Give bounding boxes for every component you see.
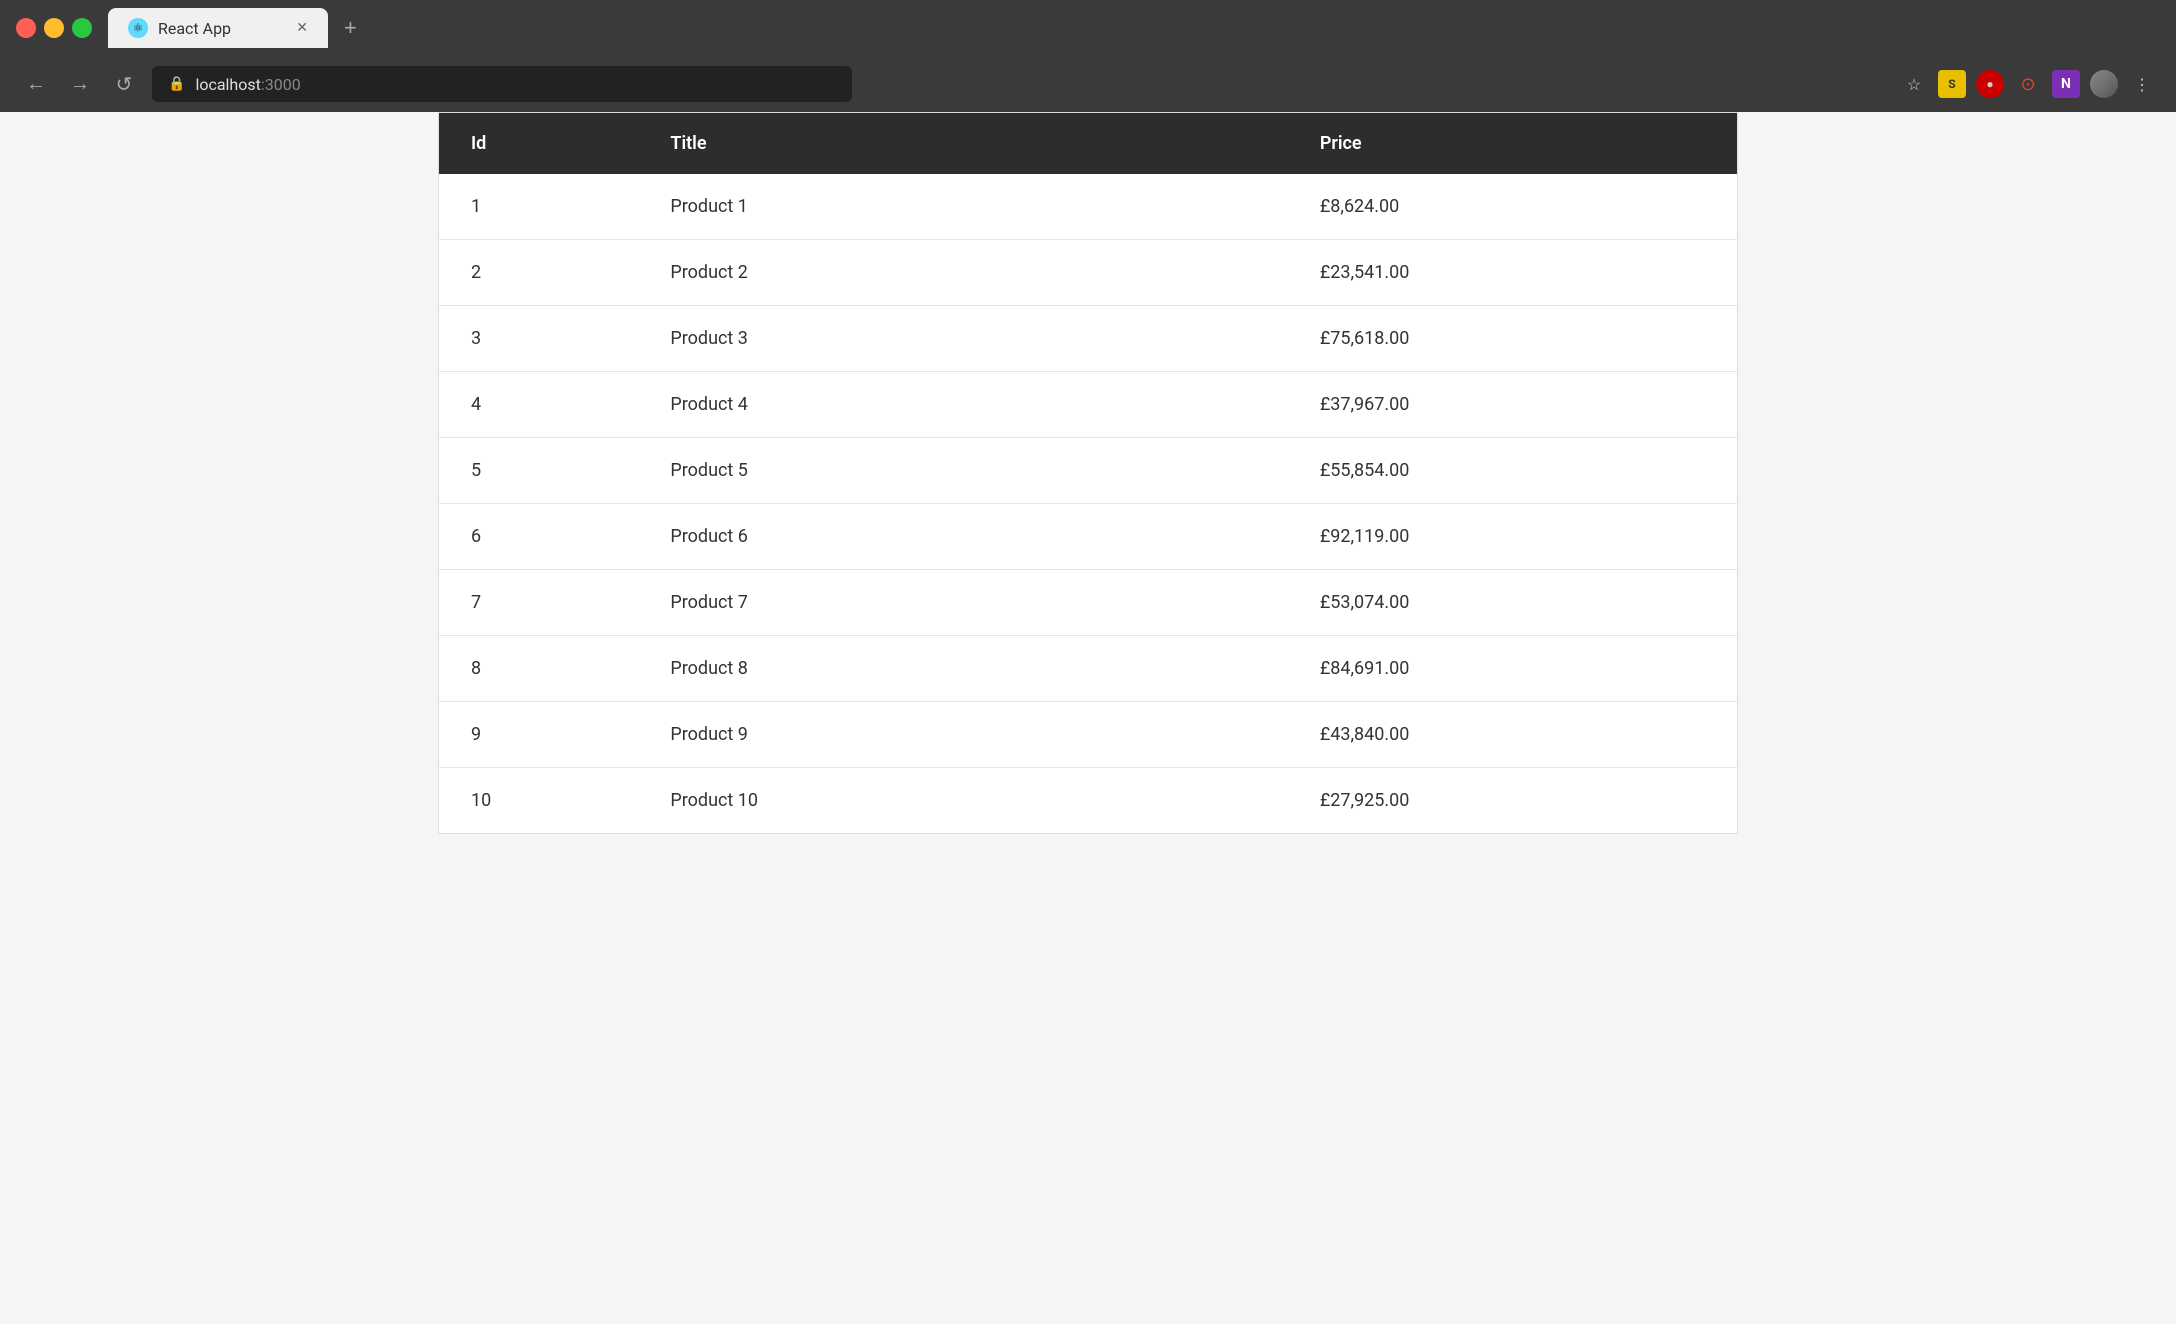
cell-price: £27,925.00 — [1288, 768, 1738, 834]
cell-title: Product 6 — [638, 504, 1287, 570]
traffic-lights — [16, 18, 92, 38]
table-row: 7Product 7£53,074.00 — [439, 570, 1738, 636]
table-header: Id Title Price — [439, 113, 1738, 175]
table-row: 8Product 8£84,691.00 — [439, 636, 1738, 702]
cell-id: 1 — [439, 174, 639, 240]
tab-close-button[interactable]: ✕ — [296, 20, 308, 36]
cell-title: Product 9 — [638, 702, 1287, 768]
table-row: 3Product 3£75,618.00 — [439, 306, 1738, 372]
extension-icon-3[interactable]: ⊙ — [2014, 70, 2042, 98]
table-row: 4Product 4£37,967.00 — [439, 372, 1738, 438]
column-header-id: Id — [439, 113, 639, 175]
cell-id: 7 — [439, 570, 639, 636]
browser-tab-active[interactable]: ⚛ React App ✕ — [108, 8, 328, 48]
extension-icon-2[interactable]: ● — [1976, 70, 2004, 98]
extension-icon-1[interactable]: S — [1938, 70, 1966, 98]
maximize-window-button[interactable] — [72, 18, 92, 38]
back-button[interactable]: ← — [20, 68, 52, 100]
cell-price: £55,854.00 — [1288, 438, 1738, 504]
table-row: 5Product 5£55,854.00 — [439, 438, 1738, 504]
cell-id: 2 — [439, 240, 639, 306]
title-bar: ⚛ React App ✕ + — [0, 0, 2176, 56]
table-row: 1Product 1£8,624.00 — [439, 174, 1738, 240]
cell-price: £23,541.00 — [1288, 240, 1738, 306]
table-row: 9Product 9£43,840.00 — [439, 702, 1738, 768]
browser-window: ⚛ React App ✕ + ← → ↺ 🔒 localhost:3000 ☆… — [0, 0, 2176, 1324]
cell-price: £84,691.00 — [1288, 636, 1738, 702]
column-header-price: Price — [1288, 113, 1738, 175]
address-bar[interactable]: 🔒 localhost:3000 — [152, 66, 852, 102]
tab-bar: ⚛ React App ✕ + — [108, 8, 2160, 48]
cell-price: £43,840.00 — [1288, 702, 1738, 768]
cell-title: Product 2 — [638, 240, 1287, 306]
table-row: 6Product 6£92,119.00 — [439, 504, 1738, 570]
reload-button[interactable]: ↺ — [108, 68, 140, 100]
nav-bar: ← → ↺ 🔒 localhost:3000 ☆ S ● ⊙ N ⋮ — [0, 56, 2176, 112]
cell-title: Product 4 — [638, 372, 1287, 438]
tab-title: React App — [158, 19, 231, 38]
cell-id: 6 — [439, 504, 639, 570]
cell-id: 3 — [439, 306, 639, 372]
cell-title: Product 5 — [638, 438, 1287, 504]
close-window-button[interactable] — [16, 18, 36, 38]
cell-id: 9 — [439, 702, 639, 768]
address-text: localhost:3000 — [195, 75, 300, 94]
user-avatar[interactable] — [2090, 70, 2118, 98]
cell-price: £8,624.00 — [1288, 174, 1738, 240]
minimize-window-button[interactable] — [44, 18, 64, 38]
cell-id: 8 — [439, 636, 639, 702]
cell-title: Product 7 — [638, 570, 1287, 636]
cell-price: £53,074.00 — [1288, 570, 1738, 636]
table-row: 2Product 2£23,541.00 — [439, 240, 1738, 306]
cell-title: Product 1 — [638, 174, 1287, 240]
lock-icon: 🔒 — [168, 76, 185, 92]
cell-price: £37,967.00 — [1288, 372, 1738, 438]
cell-title: Product 3 — [638, 306, 1287, 372]
table-body: 1Product 1£8,624.002Product 2£23,541.003… — [439, 174, 1738, 834]
cell-id: 4 — [439, 372, 639, 438]
cell-title: Product 10 — [638, 768, 1287, 834]
browser-toolbar-right: ☆ S ● ⊙ N ⋮ — [1900, 70, 2156, 98]
cell-id: 10 — [439, 768, 639, 834]
menu-icon[interactable]: ⋮ — [2128, 70, 2156, 98]
cell-price: £92,119.00 — [1288, 504, 1738, 570]
column-header-title: Title — [638, 113, 1287, 175]
product-table: Id Title Price 1Product 1£8,624.002Produ… — [438, 112, 1738, 834]
forward-button[interactable]: → — [64, 68, 96, 100]
extension-icon-4[interactable]: N — [2052, 70, 2080, 98]
react-icon: ⚛ — [128, 18, 148, 38]
cell-id: 5 — [439, 438, 639, 504]
new-tab-button[interactable]: + — [336, 11, 365, 45]
content-area: Id Title Price 1Product 1£8,624.002Produ… — [0, 112, 2176, 1324]
cell-price: £75,618.00 — [1288, 306, 1738, 372]
table-row: 10Product 10£27,925.00 — [439, 768, 1738, 834]
cell-title: Product 8 — [638, 636, 1287, 702]
bookmark-icon[interactable]: ☆ — [1900, 70, 1928, 98]
